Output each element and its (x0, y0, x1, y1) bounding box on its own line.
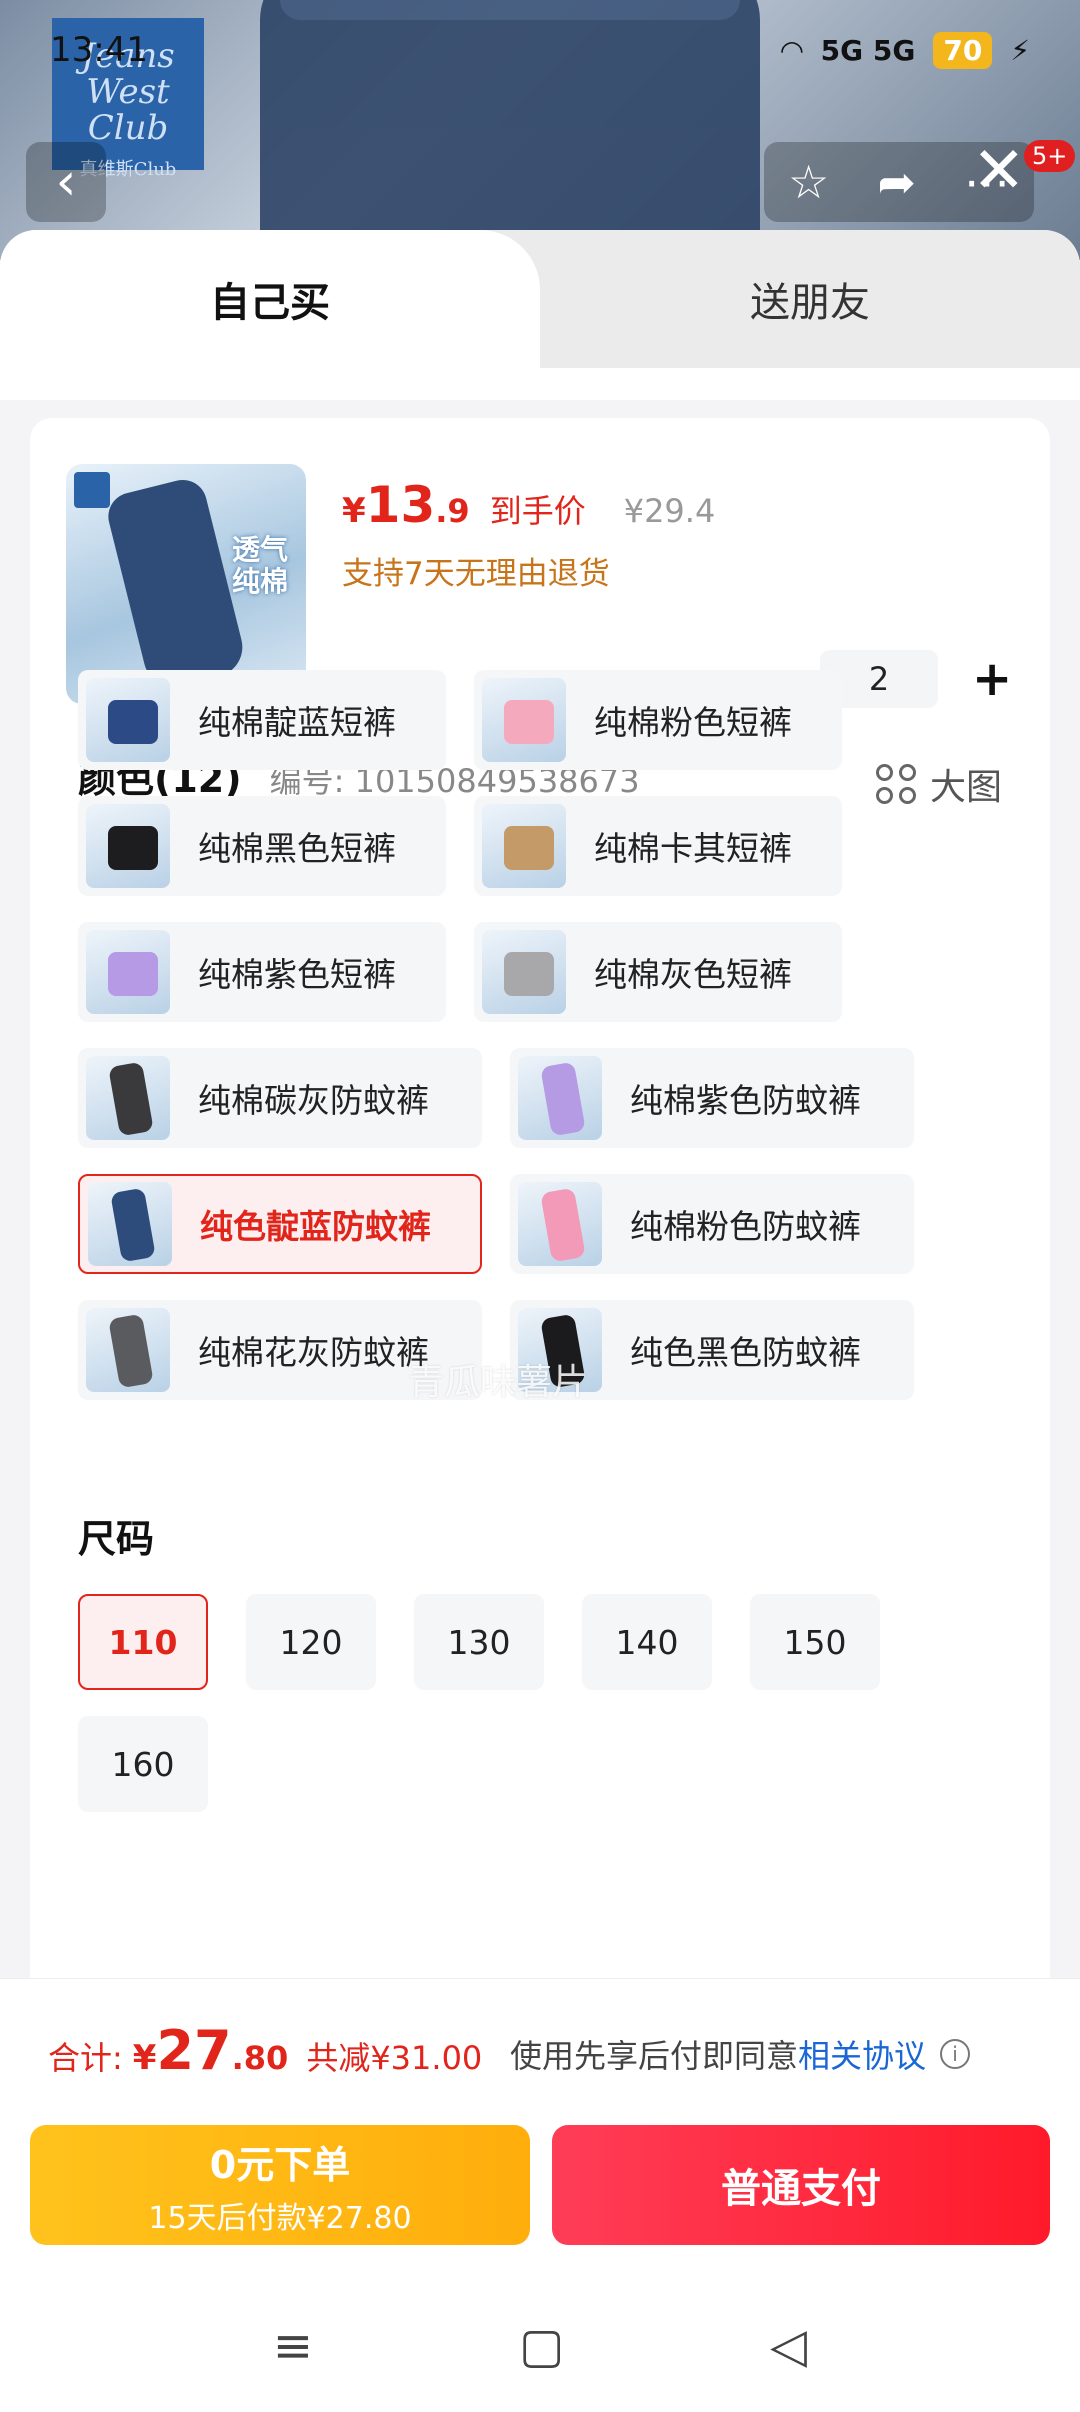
color-option[interactable]: 纯棉靛蓝短裤 (78, 670, 446, 770)
back-button[interactable]: ‹ (26, 142, 106, 222)
color-option-label: 纯棉黑色短裤 (198, 829, 396, 868)
color-swatch-image (86, 804, 170, 888)
close-icon: ✕ (972, 134, 1026, 208)
agreement-note: 使用先享后付即同意 相关协议 i (510, 2031, 971, 2077)
size-option[interactable]: 120 (246, 1594, 376, 1690)
color-option-label: 纯棉紫色防蚊裤 (630, 1081, 861, 1120)
color-option-label: 纯棉紫色短裤 (198, 955, 396, 994)
color-option[interactable]: 纯棉碳灰防蚊裤 (78, 1048, 482, 1148)
tab-buy-for-self[interactable]: 自己买 (0, 230, 540, 368)
purchase-tabs: 自己买 送朋友 (0, 230, 1080, 368)
notification-badge: 5+ (1024, 140, 1076, 172)
color-option[interactable]: 纯色靛蓝防蚊裤 (78, 1174, 482, 1274)
color-option-label: 纯色靛蓝防蚊裤 (200, 1207, 431, 1246)
color-option[interactable]: 纯棉卡其短裤 (474, 796, 842, 896)
color-option-label: 纯棉卡其短裤 (594, 829, 792, 868)
big-image-button[interactable]: 大图 (875, 758, 1002, 810)
back-icon[interactable]: ◁ (770, 2318, 807, 2374)
star-icon[interactable]: ☆ (788, 155, 829, 209)
color-option[interactable]: 纯棉紫色短裤 (78, 922, 446, 1022)
original-price: ¥29.4 (623, 492, 716, 530)
brand-mini-logo (74, 472, 110, 508)
price-line: ¥ 13 .9 到手价 ¥29.4 (342, 476, 716, 534)
product-thumbnail[interactable]: 透气纯棉 (66, 464, 306, 704)
info-icon[interactable]: i (940, 2039, 971, 2069)
color-option[interactable]: 纯棉紫色防蚊裤 (510, 1048, 914, 1148)
color-swatch-image (86, 678, 170, 762)
wifi-icon: ◠ (781, 33, 803, 67)
color-option-label: 纯棉靛蓝短裤 (198, 703, 396, 742)
charging-icon: ⚡ (1010, 33, 1030, 67)
color-option-label: 纯棉粉色防蚊裤 (630, 1207, 861, 1246)
color-swatch-image (482, 804, 566, 888)
signal-icon: 5G 5G (820, 33, 916, 67)
color-swatch-image (518, 1182, 602, 1266)
sku-card: 透气纯棉 ¥ 13 .9 到手价 ¥29.4 支持7天无理由退货 − 2 + 颜… (30, 418, 1050, 2018)
status-bar: 13:41 ◠ 5G 5G 70 ⚡ (0, 0, 1080, 100)
purchase-sheet: 自己买 送朋友 透气纯棉 ¥ 13 .9 到手价 ¥29.4 支持7天无理由退货… (0, 230, 1080, 2412)
watermark: 青瓜味薯片 (408, 1362, 589, 1403)
color-swatch-image (86, 930, 170, 1014)
color-swatch-image (482, 678, 566, 762)
color-option[interactable]: 纯棉灰色短裤 (474, 922, 842, 1022)
size-section-header: 尺码 (78, 1517, 155, 1561)
checkout-footer: 合计: ¥ 27 .80 共减¥31.00 使用先享后付即同意 相关协议 i 0… (0, 1978, 1080, 2412)
system-nav-bar: ≡ ▢ ◁ (0, 2281, 1080, 2411)
final-price-label: 到手价 (489, 492, 586, 530)
home-icon[interactable]: ▢ (519, 2318, 564, 2374)
battery-icon: 70 (933, 31, 993, 69)
share-icon[interactable]: ➦ (877, 155, 916, 209)
grid-icon (875, 764, 916, 804)
color-option-label: 纯色黑色防蚊裤 (630, 1333, 861, 1372)
status-time: 13:41 (50, 30, 148, 70)
size-option[interactable]: 110 (78, 1594, 208, 1690)
color-option[interactable]: 纯棉粉色短裤 (474, 670, 842, 770)
color-swatch-image (86, 1056, 170, 1140)
pay-later-button[interactable]: 0元下单 15天后付款¥27.80 (30, 2125, 530, 2245)
color-option[interactable]: 纯棉粉色防蚊裤 (510, 1174, 914, 1274)
increase-button[interactable]: + (972, 651, 1012, 707)
total-line: 合计: ¥ 27 .80 共减¥31.00 (48, 2019, 483, 2082)
color-swatch-image (86, 1308, 170, 1392)
color-swatch-image (482, 930, 566, 1014)
color-option-label: 纯棉粉色短裤 (594, 703, 792, 742)
color-swatch-image (88, 1182, 172, 1266)
savings-amount: 共减¥31.00 (306, 2039, 483, 2077)
menu-icon[interactable]: ≡ (273, 2318, 313, 2374)
size-option[interactable]: 130 (414, 1594, 544, 1690)
color-option[interactable]: 纯棉黑色短裤 (78, 796, 446, 896)
close-button[interactable]: ✕ (972, 134, 1026, 208)
color-option-label: 纯棉灰色短裤 (594, 955, 792, 994)
return-policy: 支持7天无理由退货 (342, 556, 610, 592)
agreement-link[interactable]: 相关协议 (798, 2031, 926, 2077)
color-swatch-image (518, 1056, 602, 1140)
color-option-label: 纯棉碳灰防蚊裤 (198, 1081, 429, 1120)
chevron-left-icon: ‹ (55, 152, 77, 212)
color-option-label: 纯棉花灰防蚊裤 (198, 1333, 429, 1372)
normal-pay-button[interactable]: 普通支付 (552, 2125, 1050, 2245)
size-option[interactable]: 140 (582, 1594, 712, 1690)
size-option[interactable]: 150 (750, 1594, 880, 1690)
tab-send-to-friend[interactable]: 送朋友 (540, 230, 1080, 368)
size-option[interactable]: 160 (78, 1716, 208, 1812)
